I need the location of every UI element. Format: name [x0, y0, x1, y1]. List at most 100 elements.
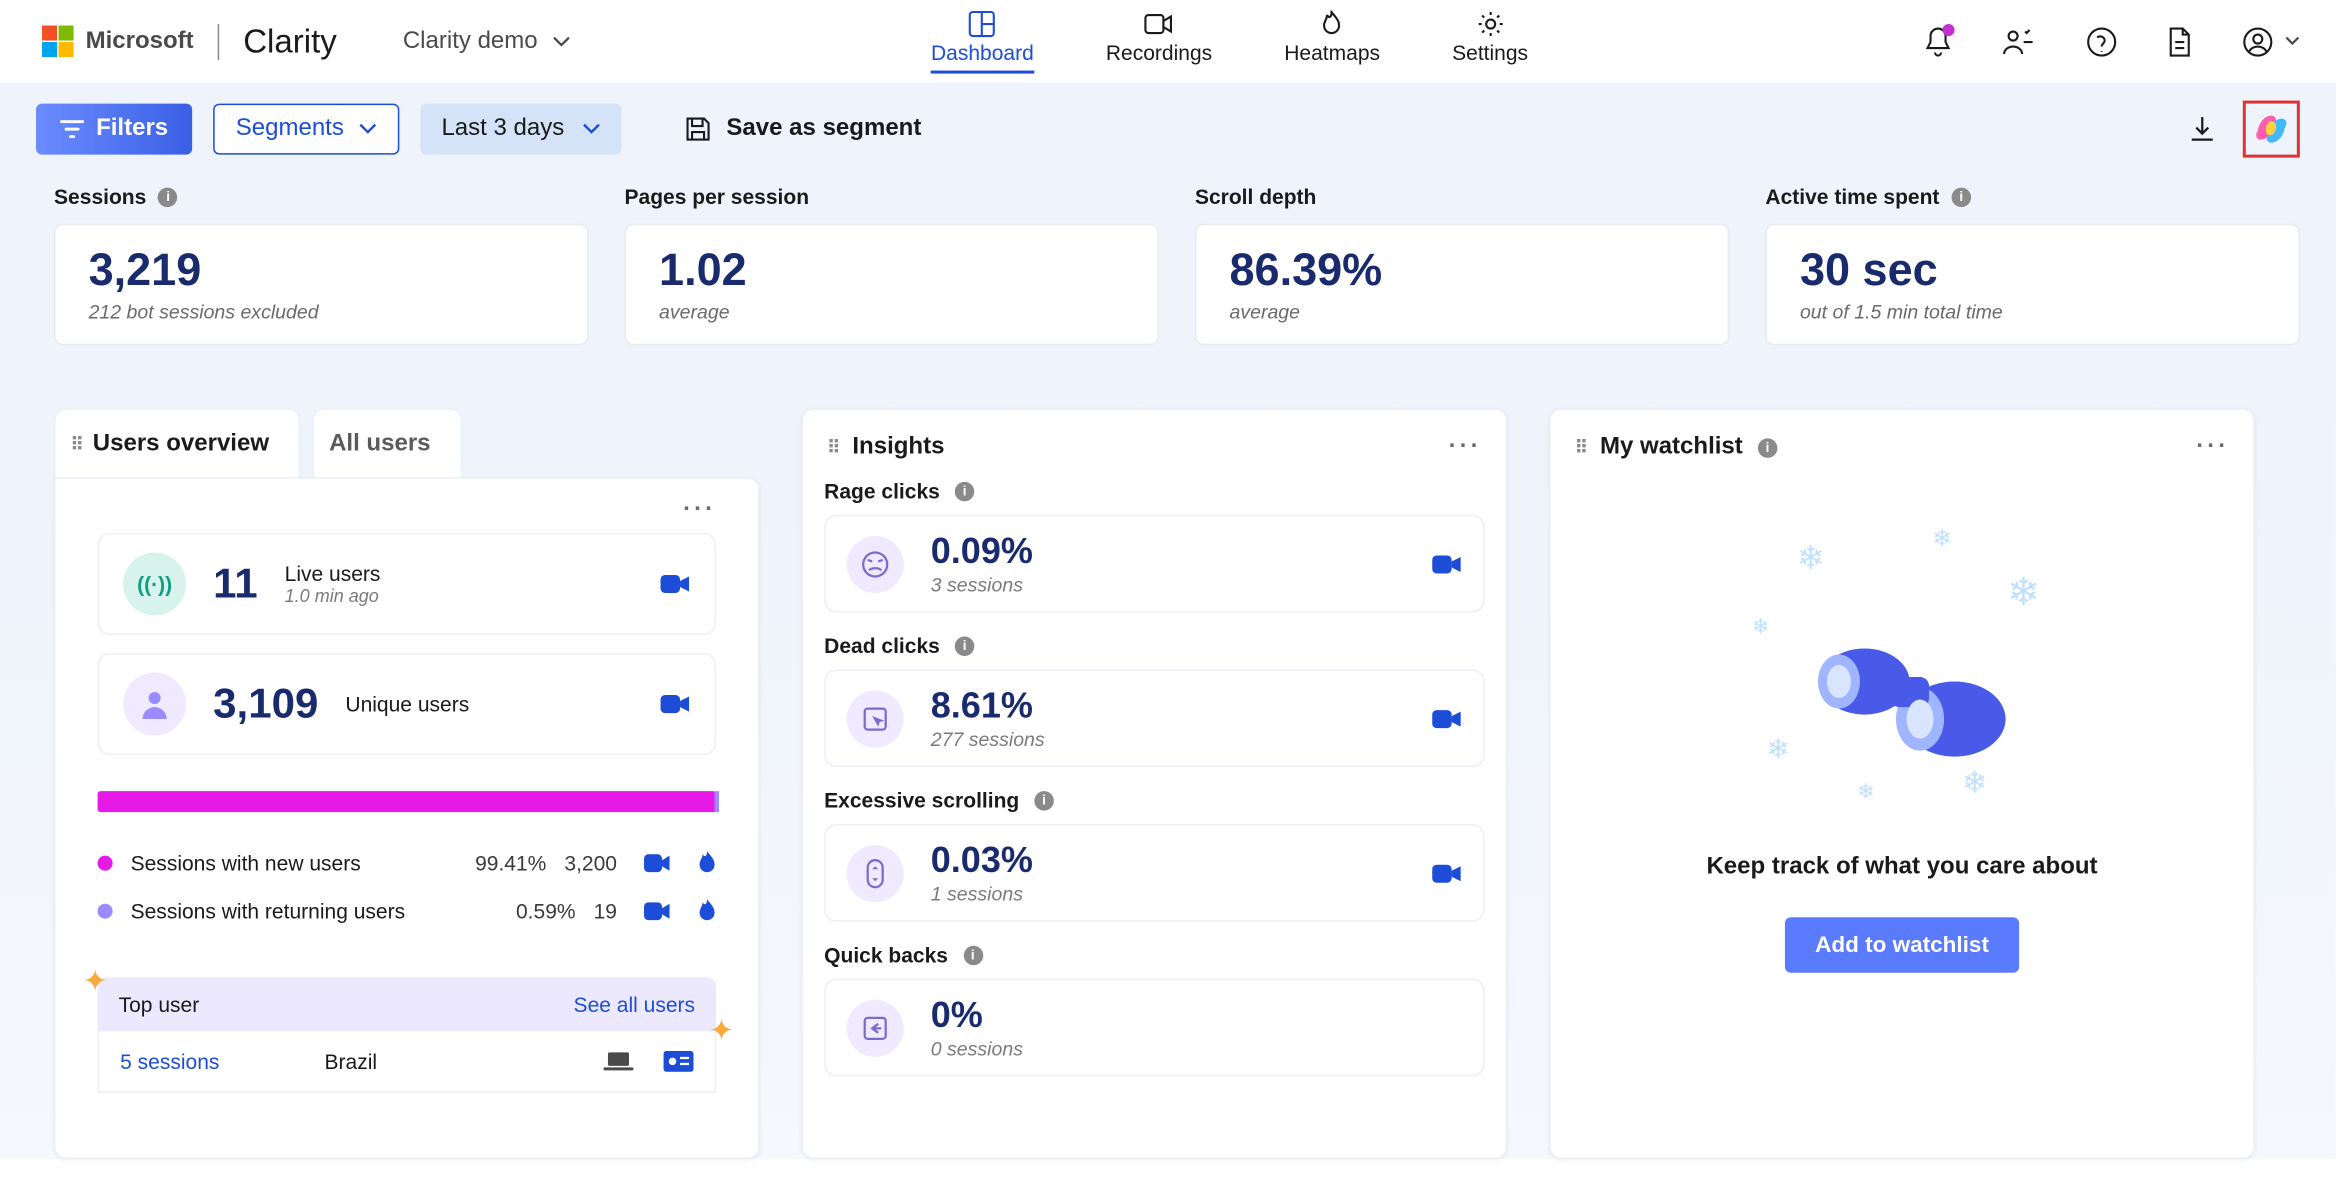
segments-label: Segments	[236, 116, 344, 143]
filters-button[interactable]: Filters	[36, 104, 192, 155]
flame-icon	[698, 899, 716, 923]
info-icon[interactable]: i	[963, 945, 983, 965]
view-recordings-button[interactable]	[644, 902, 671, 920]
download-icon	[2189, 116, 2216, 143]
video-icon	[1432, 862, 1462, 883]
profile-menu[interactable]	[2243, 26, 2300, 56]
see-all-users-link[interactable]: See all users	[574, 992, 696, 1016]
view-heatmap-button[interactable]	[698, 899, 716, 923]
top-user-country: Brazil	[324, 1049, 377, 1073]
kpi-card[interactable]: 3,219 212 bot sessions excluded	[54, 224, 588, 346]
copilot-button[interactable]	[2243, 101, 2300, 158]
unique-count: 3,109	[213, 680, 318, 728]
video-icon	[661, 694, 691, 715]
feedback-button[interactable]	[2003, 28, 2036, 55]
document-button[interactable]	[2168, 26, 2192, 56]
kpi-sub: 212 bot sessions excluded	[89, 300, 554, 323]
live-users-card[interactable]: ((·)) 11 Live users 1.0 min ago	[98, 533, 716, 635]
kpi-card[interactable]: 30 sec out of 1.5 min total time	[1765, 224, 2299, 346]
nav-dashboard[interactable]: Dashboard	[931, 10, 1034, 73]
grip-icon: ⠿	[827, 437, 837, 458]
insight-card[interactable]: 8.61%277 sessions	[824, 670, 1485, 768]
insight-card[interactable]: 0%0 sessions	[824, 979, 1485, 1077]
insight-card[interactable]: 0.09%3 sessions	[824, 515, 1485, 613]
insight-label: Dead clicks	[824, 634, 940, 658]
flame-icon	[698, 851, 716, 875]
kpi-card[interactable]: 1.02 average	[624, 224, 1158, 346]
nav-label: Heatmaps	[1284, 40, 1380, 64]
live-icon: ((·))	[123, 552, 186, 615]
nav-recordings[interactable]: Recordings	[1106, 10, 1212, 73]
panel-more-button[interactable]: ···	[2196, 434, 2229, 461]
insight-rage-clicks: Rage clicksi 0.09%3 sessions	[803, 473, 1506, 628]
view-recordings-button[interactable]	[661, 694, 691, 715]
save-segment-button[interactable]: Save as segment	[684, 116, 921, 143]
top-user-row[interactable]: 5 sessions Brazil	[98, 1031, 716, 1093]
kpi-sub: average	[1229, 300, 1694, 323]
insight-sub: 1 sessions	[931, 883, 1033, 906]
video-icon	[1144, 10, 1174, 37]
kpi-value: 30 sec	[1800, 246, 2265, 297]
view-heatmap-button[interactable]	[698, 851, 716, 875]
kpi-card[interactable]: 86.39% average	[1195, 224, 1729, 346]
live-sub: 1.0 min ago	[285, 585, 381, 606]
tab-all-users[interactable]: All users	[313, 408, 463, 479]
info-icon[interactable]: i	[1951, 187, 1971, 207]
add-to-watchlist-button[interactable]: Add to watchlist	[1785, 917, 2019, 973]
download-button[interactable]	[2189, 116, 2216, 143]
kpi-row: Sessionsi 3,219 212 bot sessions exclude…	[0, 176, 2336, 379]
nav-heatmaps[interactable]: Heatmaps	[1284, 10, 1380, 73]
video-icon	[661, 573, 691, 594]
info-icon[interactable]: i	[955, 481, 975, 501]
kpi-value: 86.39%	[1229, 246, 1694, 297]
main-nav: Dashboard Recordings Heatmaps Settings	[931, 10, 1528, 73]
dashboard-icon	[969, 10, 996, 37]
nav-settings[interactable]: Settings	[1452, 10, 1528, 73]
help-button[interactable]	[2087, 26, 2117, 56]
info-icon[interactable]: i	[158, 187, 178, 207]
view-recordings-button[interactable]	[1432, 553, 1462, 574]
kpi-value: 1.02	[659, 246, 1124, 297]
help-icon	[2087, 26, 2117, 56]
kpi-sub: average	[659, 300, 1124, 323]
top-user-label: Top user	[119, 992, 200, 1016]
daterange-button[interactable]: Last 3 days	[420, 104, 621, 155]
legend-returning-users: Sessions with returning users 0.59% 19	[98, 887, 716, 935]
save-icon	[684, 116, 711, 143]
video-icon	[1432, 553, 1462, 574]
copilot-icon	[2252, 110, 2291, 149]
view-recordings-button[interactable]	[1432, 708, 1462, 729]
daterange-label: Last 3 days	[441, 116, 564, 143]
insight-excessive-scrolling: Excessive scrollingi 0.03%1 sessions	[803, 782, 1506, 937]
video-icon	[644, 854, 671, 872]
legend-label: Sessions with returning users	[131, 899, 406, 923]
microsoft-text: Microsoft	[86, 28, 194, 55]
view-recordings-button[interactable]	[1432, 862, 1462, 883]
info-icon[interactable]: i	[1758, 438, 1778, 458]
tab-users-overview[interactable]: ⠿Users overview	[54, 408, 301, 479]
insight-sub: 277 sessions	[931, 728, 1045, 751]
unique-users-card[interactable]: 3,109 Unique users	[98, 653, 716, 755]
filter-bar: Filters Segments Last 3 days Save as seg…	[0, 83, 2336, 176]
view-recordings-button[interactable]	[661, 573, 691, 594]
tab-label: All users	[329, 431, 430, 458]
project-selector[interactable]: Clarity demo	[403, 28, 571, 55]
dashboard-body: ⠿Users overview All users ··· ((·)) 11 L…	[0, 378, 2336, 1159]
view-recordings-button[interactable]	[644, 854, 671, 872]
users-panel: ⠿Users overview All users ··· ((·)) 11 L…	[54, 408, 760, 1159]
user-ratio-bar	[98, 791, 716, 812]
kpi-sub: out of 1.5 min total time	[1800, 300, 2265, 323]
video-icon	[644, 902, 671, 920]
info-icon[interactable]: i	[955, 636, 975, 656]
info-icon[interactable]: i	[1034, 790, 1054, 810]
kpi-label: Pages per session	[624, 185, 809, 209]
notifications-button[interactable]	[1925, 26, 1952, 56]
panel-more-button[interactable]: ···	[98, 497, 716, 524]
insight-sub: 0 sessions	[931, 1037, 1023, 1060]
insight-card[interactable]: 0.03%1 sessions	[824, 824, 1485, 922]
tab-label: Users overview	[93, 431, 269, 458]
segments-button[interactable]: Segments	[213, 104, 399, 155]
insight-label: Quick backs	[824, 943, 948, 967]
panel-more-button[interactable]: ···	[1449, 434, 1482, 461]
kpi-scroll-depth: Scroll depth 86.39% average	[1195, 185, 1729, 346]
